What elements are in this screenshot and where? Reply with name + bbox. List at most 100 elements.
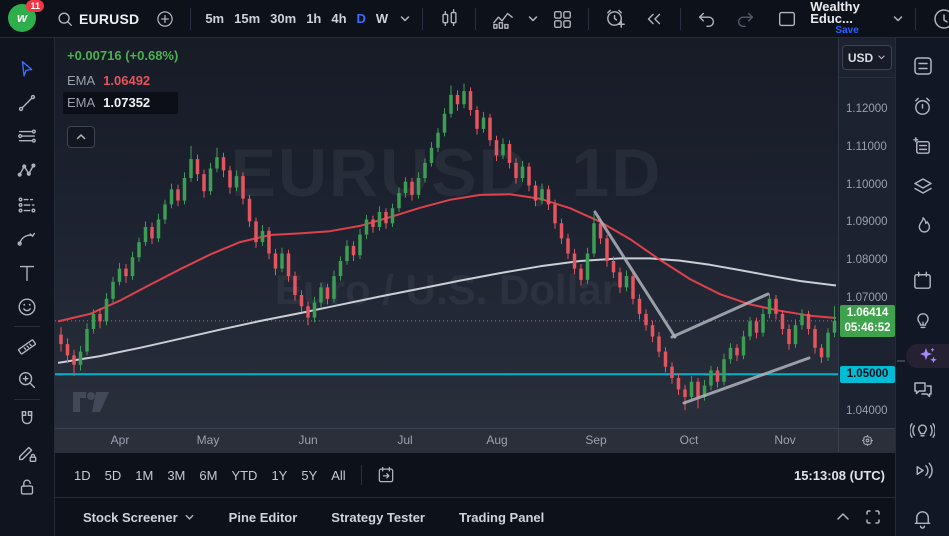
range-6m[interactable]: 6M	[192, 463, 224, 488]
tool-zoom-in[interactable]	[10, 363, 44, 397]
create-alert-button[interactable]	[598, 3, 633, 34]
play-stream-icon	[911, 459, 935, 482]
publish-button[interactable]	[925, 2, 949, 36]
watchlist-icon	[911, 54, 935, 78]
clock-utc[interactable]: 15:13:08 (UTC)	[794, 468, 885, 483]
symbol-search[interactable]: EURUSD	[50, 6, 145, 32]
tab-trading-panel[interactable]: Trading Panel	[447, 504, 556, 531]
ideas-button[interactable]	[905, 302, 941, 338]
price-axis[interactable]: USD 1.120001.110001.100001.090001.080001…	[838, 38, 895, 428]
text-icon	[16, 262, 38, 284]
tool-emoji[interactable]	[10, 290, 44, 324]
idea-broadcast-icon	[910, 419, 935, 442]
range-3m[interactable]: 3M	[160, 463, 192, 488]
time-axis[interactable]: AprMayJunJulAugSepOctNov	[55, 428, 838, 452]
currency-label: USD	[848, 51, 873, 65]
tool-drawing-lock[interactable]	[10, 436, 44, 470]
redo-button[interactable]	[728, 4, 762, 34]
lightbulb-icon	[912, 309, 934, 332]
smiley-icon	[16, 296, 38, 318]
tab-strategy-tester[interactable]: Strategy Tester	[319, 504, 437, 531]
axis-settings[interactable]	[838, 428, 895, 452]
undo-button[interactable]	[690, 4, 724, 34]
save-label[interactable]: Save	[835, 25, 858, 37]
layout-grid-button[interactable]	[545, 4, 579, 34]
chat-button[interactable]	[905, 372, 941, 408]
tool-forecast[interactable]	[10, 188, 44, 222]
chevron-down-icon	[184, 512, 195, 523]
account-dropdown[interactable]	[890, 9, 906, 29]
range-1y[interactable]: 1Y	[264, 463, 294, 488]
range-all[interactable]: All	[324, 463, 352, 488]
timeframe-W[interactable]: W	[371, 7, 393, 30]
tool-text[interactable]	[10, 256, 44, 290]
watchlist-button[interactable]	[905, 48, 941, 84]
tool-fib-retracement[interactable]	[10, 120, 44, 154]
price-label: 1.09000	[846, 216, 888, 228]
compare-add-button[interactable]	[149, 5, 181, 33]
ema-label: EMA	[67, 93, 95, 113]
right-sidebar	[895, 38, 949, 536]
legend-collapse-button[interactable]	[67, 126, 95, 148]
chart-pane[interactable]: EURUSD, 1D Euro / U.S. Dollar +0.00716 (…	[55, 38, 838, 428]
timeframe-1h[interactable]: 1h	[301, 7, 326, 30]
maximize-panel-button[interactable]	[865, 509, 881, 525]
alerts-button[interactable]	[905, 88, 941, 124]
go-to-date-button[interactable]	[370, 461, 402, 489]
timeframe-dropdown[interactable]	[397, 9, 413, 29]
ruler-icon	[16, 335, 38, 357]
ema-fast-legend-row[interactable]: EMA 1.06492	[63, 70, 178, 92]
tool-measure[interactable]	[10, 329, 44, 363]
timeframe-30m[interactable]: 30m	[265, 7, 301, 30]
indicators-button[interactable]	[485, 4, 521, 34]
ai-assistant-button[interactable]	[906, 344, 949, 368]
tab-pine-editor[interactable]: Pine Editor	[217, 504, 310, 531]
tool-lock-all[interactable]	[10, 470, 44, 504]
ema-slow-legend-row[interactable]: EMA 1.07352	[63, 92, 178, 114]
replay-rewind-icon	[643, 8, 665, 30]
indicators-dropdown[interactable]	[525, 9, 541, 29]
tab-stock-screener[interactable]: Stock Screener	[71, 504, 207, 531]
month-label-may: May	[197, 433, 220, 447]
timeframe-D[interactable]: D	[352, 7, 371, 30]
trend-line-icon	[16, 92, 38, 114]
lock-icon	[16, 476, 38, 498]
chart-type-button[interactable]	[432, 4, 466, 34]
broker-logo[interactable]: w 11	[8, 4, 38, 34]
live-ideas-button[interactable]	[905, 412, 941, 448]
notifications-button[interactable]	[905, 500, 941, 536]
timeframe-5m[interactable]: 5m	[200, 7, 229, 30]
tool-cursor[interactable]	[10, 52, 44, 86]
tool-xabcd-pattern[interactable]	[10, 154, 44, 188]
range-5d[interactable]: 5D	[98, 463, 129, 488]
panel-controls	[835, 509, 887, 525]
range-1m[interactable]: 1M	[128, 463, 160, 488]
save-layout-button[interactable]	[770, 4, 804, 34]
object-tree-button[interactable]	[905, 168, 941, 204]
chevron-down-icon	[399, 13, 411, 25]
tool-trend-line[interactable]	[10, 86, 44, 120]
timeframe-15m[interactable]: 15m	[229, 7, 265, 30]
tradingview-app: w 11 EURUSD 5m15m30m1h4hDW	[0, 0, 949, 536]
support-level-badge: 1.05000	[840, 366, 895, 383]
timeframe-4h[interactable]: 4h	[326, 7, 351, 30]
bar-replay-button[interactable]	[637, 4, 671, 34]
expand-panel-button[interactable]	[835, 509, 851, 525]
chat-bubbles-icon	[911, 378, 935, 402]
tool-magnet[interactable]	[10, 402, 44, 436]
calendar-button[interactable]	[905, 262, 941, 298]
range-5y[interactable]: 5Y	[294, 463, 324, 488]
tool-brush[interactable]	[10, 222, 44, 256]
account-menu[interactable]: Wealthy Educ... Save	[810, 1, 884, 37]
chevron-down-icon	[527, 13, 539, 25]
hotlists-button[interactable]	[905, 208, 941, 244]
zoom-in-icon	[16, 369, 38, 391]
xabcd-pattern-icon	[16, 160, 38, 182]
range-ytd[interactable]: YTD	[224, 463, 264, 488]
range-1d[interactable]: 1D	[67, 463, 98, 488]
streams-button[interactable]	[905, 452, 941, 488]
ema-slow-value: 1.07352	[103, 93, 150, 113]
forecast-icon	[16, 194, 38, 216]
news-button[interactable]	[905, 128, 941, 164]
currency-toggle[interactable]: USD	[842, 45, 892, 70]
